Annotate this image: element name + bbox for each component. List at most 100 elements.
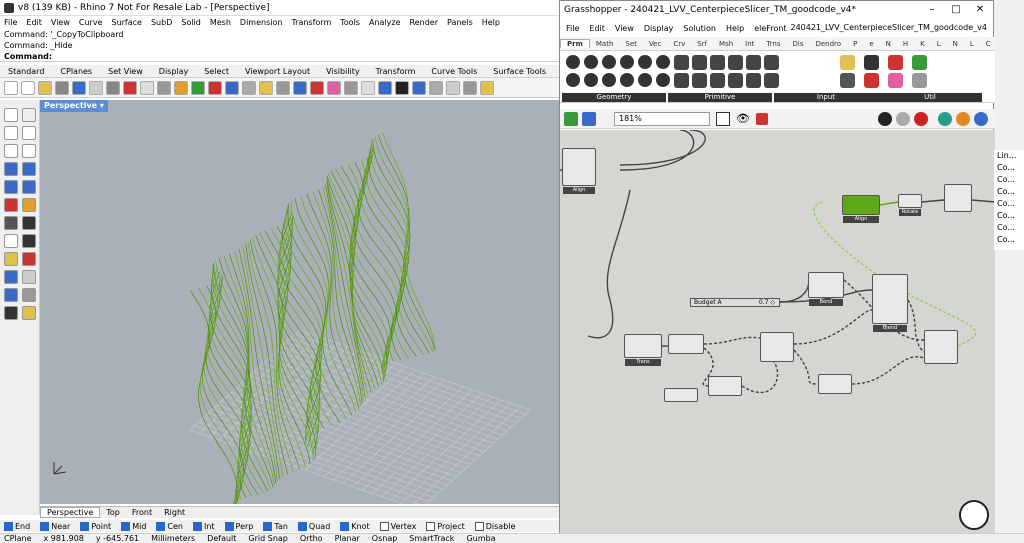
gh-component[interactable] [760, 332, 794, 362]
open-file-icon[interactable] [564, 111, 578, 126]
menu-item-dimension[interactable]: Dimension [240, 18, 283, 27]
toolbar-button[interactable] [21, 80, 35, 95]
gh-component[interactable]: Rotate [898, 194, 922, 216]
gh-component[interactable]: Bend [808, 272, 844, 306]
gh-component-icon[interactable] [864, 55, 879, 70]
gh-menu-view[interactable]: View [615, 24, 634, 33]
checkbox[interactable] [263, 521, 273, 531]
checkbox[interactable] [4, 521, 13, 531]
left-tool-button[interactable] [4, 144, 18, 158]
toolbar-button[interactable] [293, 80, 307, 95]
toolbar-tab[interactable]: Surface Tools [485, 67, 554, 76]
maximize-button[interactable]: □ [947, 3, 965, 17]
checkbox[interactable] [379, 521, 389, 531]
menu-item-view[interactable]: View [51, 18, 70, 27]
gh-canvas[interactable]: Align Align Rotate Bend Blend Trans Budget A0… [560, 130, 995, 536]
toolbar-button[interactable] [242, 80, 256, 95]
zoom-extents-icon[interactable] [716, 111, 730, 126]
gh-tab[interactable]: Prm [560, 39, 590, 48]
gh-component-icon[interactable] [764, 73, 779, 88]
osnap-tan[interactable]: Tan [263, 521, 288, 531]
gh-component[interactable]: Align [562, 148, 596, 194]
gh-tab[interactable]: Vec [643, 40, 667, 48]
view-tab-top[interactable]: Top [100, 508, 126, 517]
toolbar-button[interactable] [344, 80, 358, 95]
gh-component-icon[interactable] [620, 73, 634, 87]
checkbox[interactable] [426, 521, 436, 531]
checkbox[interactable] [156, 521, 166, 531]
gh-component-icon[interactable] [710, 73, 725, 88]
checkbox[interactable] [297, 521, 307, 531]
toolbar-button[interactable] [395, 80, 409, 95]
left-tool-button[interactable] [4, 216, 18, 230]
gh-component-icon[interactable] [864, 73, 879, 88]
osnap-perp[interactable]: Perp [224, 521, 253, 531]
toolbar-tab[interactable]: Curve Tools [423, 67, 485, 76]
preview-wire-icon[interactable] [895, 111, 910, 126]
toolbar-button[interactable] [276, 80, 290, 95]
osnap-knot[interactable]: Knot [340, 521, 370, 531]
gh-component-icon[interactable] [840, 73, 855, 88]
menu-item-tools[interactable]: Tools [340, 18, 360, 27]
right-panel-item[interactable]: Co... [994, 234, 1024, 246]
gh-tab[interactable]: C [980, 40, 997, 48]
gh-tab[interactable]: K [914, 40, 931, 48]
gh-component-icon[interactable] [728, 73, 743, 88]
gh-tab[interactable]: Msh [713, 40, 739, 48]
checkbox[interactable] [474, 521, 484, 531]
gh-tab[interactable]: L [964, 40, 980, 48]
toolbar-button[interactable] [361, 80, 375, 95]
left-tool-button[interactable] [22, 126, 36, 140]
gh-menu-solution[interactable]: Solution [683, 24, 716, 33]
status-planar[interactable]: Planar [335, 534, 360, 543]
gh-component-icon[interactable] [566, 55, 580, 69]
gh-tab[interactable]: Math [590, 40, 620, 48]
toolbar-button[interactable] [123, 80, 137, 95]
menu-item-edit[interactable]: Edit [26, 18, 42, 27]
osnap-near[interactable]: Near [40, 521, 70, 531]
gh-tab[interactable]: N [947, 40, 964, 48]
toolbar-tab[interactable]: Viewport Layout [237, 67, 318, 76]
toolbar-tab[interactable]: Transform [368, 67, 424, 76]
toolbar-button[interactable] [259, 80, 273, 95]
menu-item-analyze[interactable]: Analyze [369, 18, 401, 27]
toolbar-tab[interactable]: Visibility [318, 67, 368, 76]
toolbar-button[interactable] [327, 80, 341, 95]
eye-icon[interactable]: 👁 [736, 112, 750, 125]
gh-tab[interactable]: Int [739, 40, 760, 48]
perspective-viewport[interactable]: Perspective ▾ [40, 100, 560, 504]
gh-component[interactable] [924, 330, 958, 364]
menu-item-help[interactable]: Help [482, 18, 500, 27]
gh-menu-help[interactable]: Help [726, 24, 744, 33]
toolbar-button[interactable] [4, 80, 18, 95]
toolbar-button[interactable] [480, 80, 494, 95]
status-layer[interactable]: Default [207, 534, 236, 543]
status-ortho[interactable]: Ortho [300, 534, 323, 543]
gh-component[interactable] [944, 184, 972, 212]
status-smarttrack[interactable]: SmartTrack [409, 534, 454, 543]
menu-item-surface[interactable]: Surface [111, 18, 141, 27]
gh-component-icon[interactable] [710, 55, 725, 70]
toolbar-button[interactable] [38, 80, 52, 95]
gh-tab[interactable]: Crv [667, 40, 691, 48]
gh-component-icon[interactable] [888, 73, 903, 88]
toolbar-button[interactable] [157, 80, 171, 95]
toolbar-button[interactable] [208, 80, 222, 95]
gh-tab[interactable]: Dendro [809, 40, 847, 48]
gh-component-icon[interactable] [746, 73, 761, 88]
left-tool-button[interactable] [22, 108, 36, 122]
menu-item-panels[interactable]: Panels [447, 18, 473, 27]
toolbar-button[interactable] [378, 80, 392, 95]
toolbar-button[interactable] [55, 80, 69, 95]
toolbar-button[interactable] [225, 80, 239, 95]
left-tool-button[interactable] [22, 216, 36, 230]
right-panel-item[interactable]: Co... [994, 222, 1024, 234]
gh-tab[interactable]: N [880, 40, 897, 48]
status-osnap[interactable]: Osnap [372, 534, 398, 543]
gh-component[interactable]: Trans [624, 334, 662, 366]
gh-component[interactable] [708, 376, 742, 396]
gh-tab[interactable]: H [897, 40, 914, 48]
menu-item-solid[interactable]: Solid [181, 18, 201, 27]
left-tool-button[interactable] [22, 306, 36, 320]
toolbar-button[interactable] [106, 80, 120, 95]
